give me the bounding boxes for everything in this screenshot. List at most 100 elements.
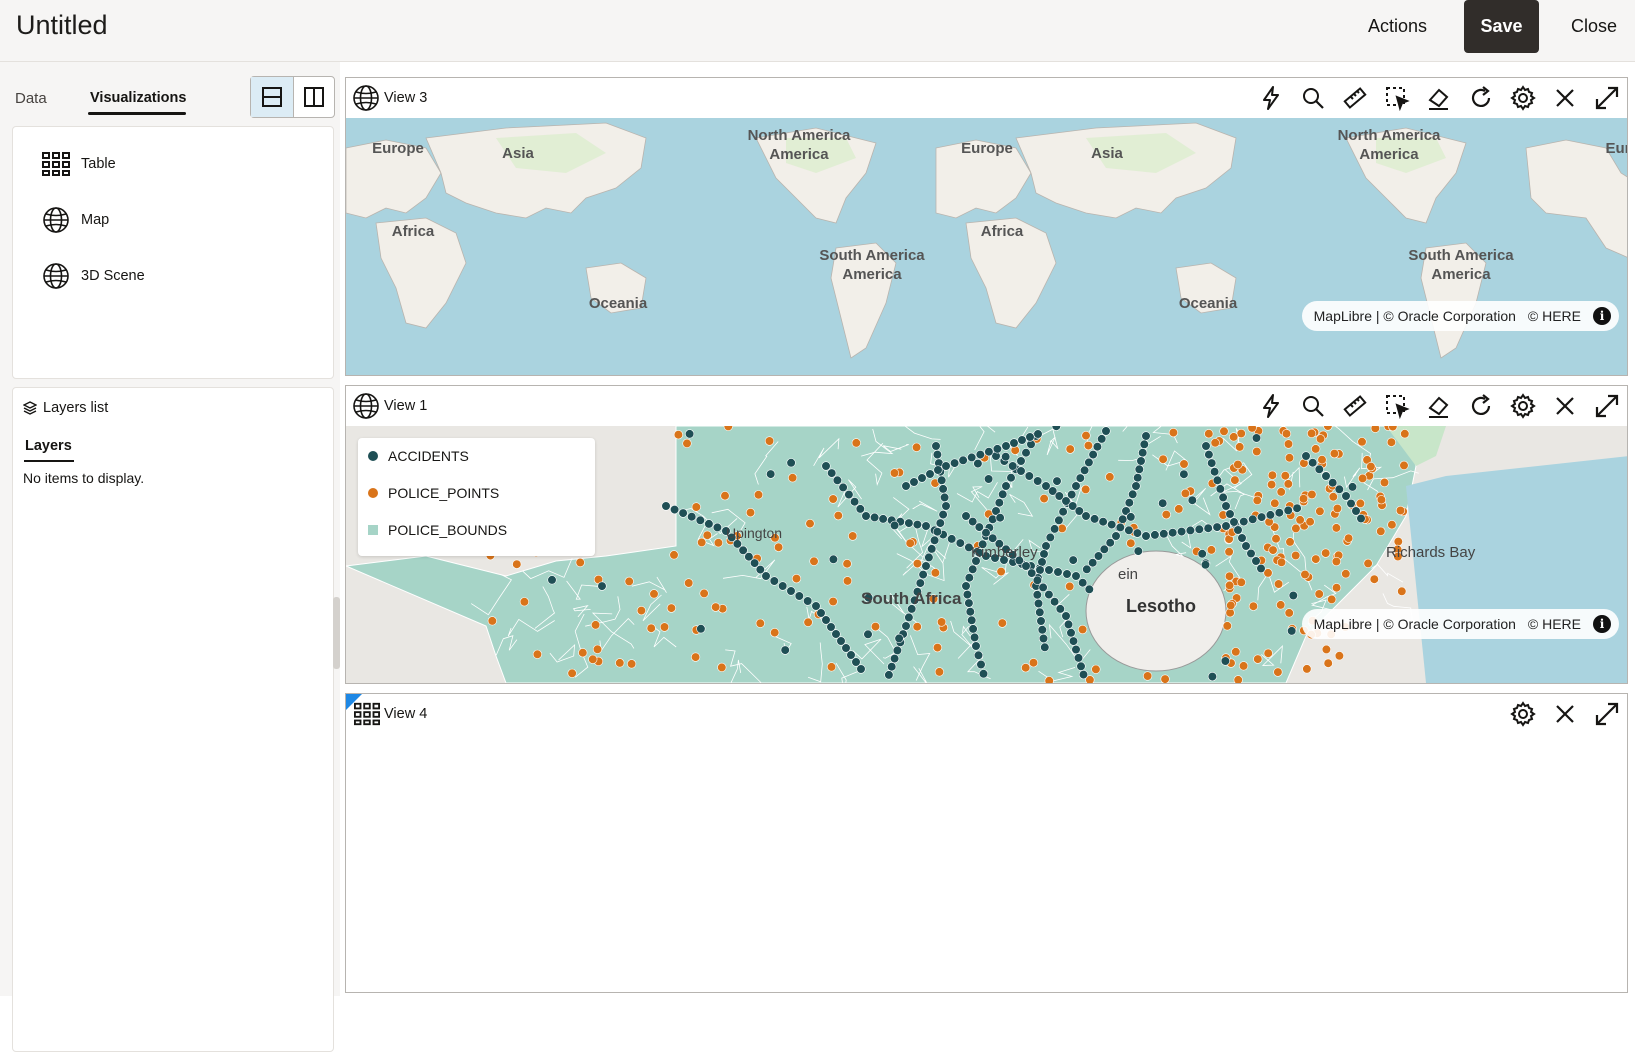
- accident-point[interactable]: [1025, 432, 1035, 442]
- accident-point[interactable]: [1136, 456, 1146, 466]
- police-point[interactable]: [699, 588, 709, 598]
- police-point[interactable]: [1081, 431, 1091, 441]
- vis-item-table[interactable]: Table: [41, 149, 116, 179]
- police-point[interactable]: [905, 538, 915, 548]
- police-point[interactable]: [1363, 558, 1373, 568]
- accident-point[interactable]: [975, 449, 985, 460]
- accident-point[interactable]: [1076, 661, 1086, 671]
- accident-point[interactable]: [1251, 433, 1262, 443]
- police-point[interactable]: [659, 622, 670, 632]
- accident-point[interactable]: [1040, 642, 1050, 652]
- police-point[interactable]: [682, 438, 692, 448]
- accident-point[interactable]: [901, 621, 911, 631]
- accident-point[interactable]: [921, 521, 931, 531]
- accident-point[interactable]: [971, 641, 981, 651]
- police-point[interactable]: [1355, 498, 1366, 508]
- accident-point[interactable]: [1078, 578, 1088, 588]
- accident-point[interactable]: [1044, 590, 1054, 600]
- tab-data[interactable]: Data: [15, 90, 47, 107]
- police-point[interactable]: [842, 559, 852, 569]
- accident-point[interactable]: [827, 468, 837, 478]
- accident-point[interactable]: [965, 607, 975, 617]
- police-point[interactable]: [1284, 608, 1294, 618]
- accident-point[interactable]: [1207, 672, 1218, 682]
- police-point[interactable]: [1284, 453, 1295, 463]
- save-button[interactable]: Save: [1464, 0, 1539, 53]
- police-point[interactable]: [1314, 589, 1324, 599]
- accident-point[interactable]: [932, 527, 943, 537]
- police-point[interactable]: [1252, 495, 1262, 505]
- accident-point[interactable]: [1099, 544, 1109, 554]
- accident-point[interactable]: [1037, 625, 1047, 635]
- police-point[interactable]: [912, 559, 923, 569]
- police-point[interactable]: [1081, 484, 1091, 495]
- police-point[interactable]: [636, 606, 647, 616]
- police-point[interactable]: [1229, 432, 1239, 442]
- view-title[interactable]: View 1: [384, 398, 427, 414]
- maximize-view-button[interactable]: [1591, 698, 1623, 730]
- accident-point[interactable]: [1265, 510, 1276, 520]
- police-point[interactable]: [870, 622, 881, 632]
- police-point[interactable]: [1329, 448, 1340, 459]
- accident-point[interactable]: [1071, 571, 1081, 581]
- accident-point[interactable]: [1225, 509, 1235, 519]
- police-point[interactable]: [1387, 520, 1397, 530]
- police-point[interactable]: [1281, 429, 1292, 439]
- police-point[interactable]: [1268, 545, 1278, 555]
- attribution-here[interactable]: © HERE: [1528, 616, 1581, 632]
- police-point[interactable]: [673, 430, 684, 440]
- police-point[interactable]: [1219, 426, 1229, 436]
- accident-point[interactable]: [863, 629, 873, 639]
- police-point[interactable]: [624, 576, 634, 586]
- accident-point[interactable]: [924, 552, 934, 562]
- maximize-view-button[interactable]: [1591, 82, 1623, 114]
- accident-point[interactable]: [995, 513, 1005, 523]
- accident-point[interactable]: [1006, 473, 1016, 483]
- accident-point[interactable]: [1052, 476, 1062, 486]
- accident-point[interactable]: [917, 473, 927, 483]
- attribution-text[interactable]: MapLibre | © Oracle Corporation: [1314, 308, 1516, 324]
- accident-point[interactable]: [780, 645, 790, 655]
- attribution-here[interactable]: © HERE: [1528, 308, 1581, 324]
- police-point[interactable]: [1091, 664, 1101, 674]
- accident-point[interactable]: [1082, 564, 1092, 574]
- accident-point[interactable]: [1283, 505, 1293, 515]
- accident-point[interactable]: [1185, 525, 1196, 535]
- police-point[interactable]: [1370, 426, 1380, 433]
- police-point[interactable]: [805, 518, 815, 529]
- close-view-button[interactable]: [1549, 82, 1581, 114]
- accident-point[interactable]: [964, 598, 974, 608]
- accident-point[interactable]: [1107, 519, 1117, 530]
- police-point[interactable]: [1168, 427, 1179, 438]
- police-point[interactable]: [487, 616, 497, 626]
- side-by-side-layout-button[interactable]: [292, 77, 335, 117]
- accident-point[interactable]: [973, 458, 983, 469]
- police-point[interactable]: [717, 662, 727, 672]
- accident-point[interactable]: [927, 544, 937, 554]
- police-point[interactable]: [764, 436, 775, 446]
- police-point[interactable]: [1317, 455, 1327, 465]
- accident-point[interactable]: [1124, 498, 1134, 508]
- measure-button[interactable]: [1339, 390, 1371, 422]
- accident-point[interactable]: [1132, 528, 1143, 538]
- accident-point[interactable]: [1328, 478, 1338, 488]
- accident-point[interactable]: [1229, 517, 1239, 527]
- accident-point[interactable]: [1141, 531, 1151, 541]
- accident-point[interactable]: [597, 581, 607, 591]
- police-point[interactable]: [1252, 446, 1262, 457]
- accident-point[interactable]: [1194, 524, 1204, 534]
- police-point[interactable]: [1179, 459, 1189, 469]
- accident-point[interactable]: [967, 615, 977, 625]
- close-button[interactable]: Close: [1571, 0, 1617, 53]
- accident-point[interactable]: [1097, 434, 1107, 444]
- police-point[interactable]: [774, 542, 784, 552]
- accident-point[interactable]: [978, 669, 989, 679]
- accident-point[interactable]: [1159, 529, 1169, 539]
- accident-point[interactable]: [1063, 619, 1074, 629]
- police-point[interactable]: [567, 668, 577, 678]
- accident-point[interactable]: [1045, 532, 1055, 542]
- accident-point[interactable]: [685, 429, 695, 439]
- accident-point[interactable]: [937, 475, 947, 485]
- accident-point[interactable]: [1187, 495, 1197, 505]
- accident-point[interactable]: [1351, 506, 1361, 516]
